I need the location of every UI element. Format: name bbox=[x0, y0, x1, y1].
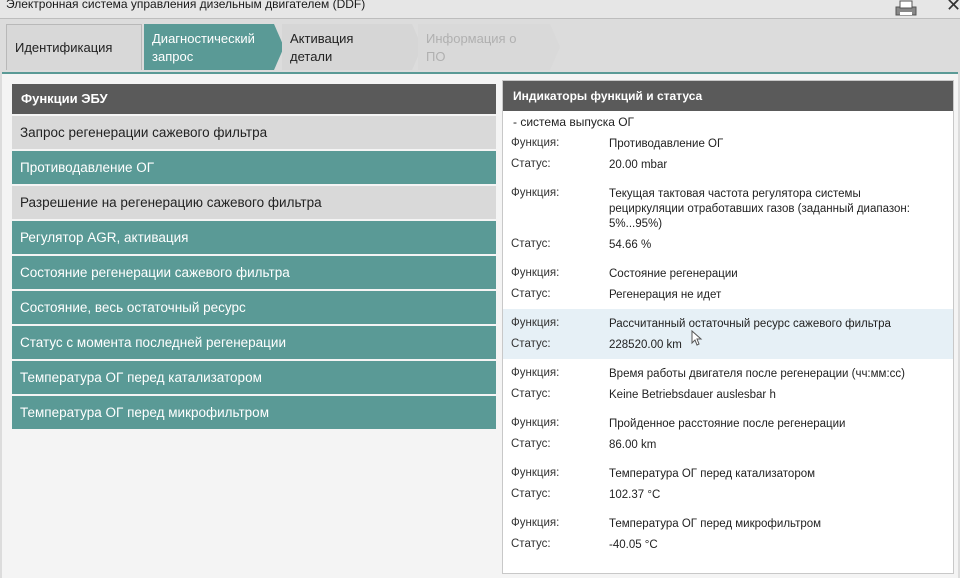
ecu-function-item[interactable]: Статус с момента последней регенерации bbox=[12, 326, 496, 359]
ecu-function-item[interactable]: Температура ОГ перед катализатором bbox=[12, 361, 496, 394]
window-title: Электронная система управления дизельным… bbox=[6, 0, 366, 11]
status-key: Статус: bbox=[511, 438, 551, 450]
status-key: Статус: bbox=[511, 238, 551, 250]
print-button[interactable] bbox=[893, 0, 919, 16]
status-value: 228520.00 km bbox=[609, 339, 682, 351]
ecu-function-item[interactable]: Состояние регенерации сажевого фильтра bbox=[12, 256, 496, 289]
status-key: Статус: bbox=[511, 488, 551, 500]
function-key: Функция: bbox=[511, 187, 560, 199]
status-indicators-header: Индикаторы функций и статуса bbox=[503, 81, 953, 111]
ecu-function-item[interactable]: Состояние, весь остаточный ресурс bbox=[12, 291, 496, 324]
status-value: 86.00 km bbox=[609, 439, 657, 451]
status-entry[interactable]: Функция: Состояние регенерации Статус: Реге… bbox=[503, 259, 953, 309]
function-value: Температура ОГ перед микрофильтром bbox=[609, 518, 822, 530]
ecu-functions-header: Функции ЭБУ bbox=[12, 84, 496, 114]
function-key: Функция: bbox=[511, 467, 560, 479]
ecu-function-item[interactable]: Противодавление ОГ bbox=[12, 151, 496, 184]
tab-software-info: Информация о ПО bbox=[418, 24, 560, 70]
status-key: Статус: bbox=[511, 288, 551, 300]
status-value: Keine Betriebsdauer auslesbar h bbox=[609, 389, 776, 401]
tab-arrow bbox=[550, 24, 560, 70]
ecu-function-item[interactable]: Температура ОГ перед микрофильтром bbox=[12, 396, 496, 429]
tab-label-line1: Информация о bbox=[426, 31, 517, 46]
ecu-function-item[interactable]: Регулятор AGR, активация bbox=[12, 221, 496, 254]
status-key: Статус: bbox=[511, 388, 551, 400]
function-value: Состояние регенерации bbox=[609, 268, 738, 280]
tab-label: Идентификация bbox=[15, 40, 113, 55]
title-bar: Электронная система управления дизельным… bbox=[0, 0, 960, 19]
status-value: 54.66 % bbox=[609, 239, 652, 251]
tab-label-line2: ПО bbox=[426, 49, 446, 64]
tab-label-line2: детали bbox=[290, 49, 333, 64]
function-key: Функция: bbox=[511, 367, 560, 379]
ecu-functions-list: Запрос регенерации сажевого фильтра Проти… bbox=[12, 116, 496, 429]
status-entries: Функция: Противодавление ОГ Статус: 20.00 m… bbox=[503, 129, 953, 559]
status-key: Статус: bbox=[511, 338, 551, 350]
tab-label-line2: запрос bbox=[152, 49, 194, 64]
function-key: Функция: bbox=[511, 417, 560, 429]
status-value: Регенерация не идет bbox=[609, 289, 722, 301]
function-key: Функция: bbox=[511, 137, 560, 149]
status-value: 102.37 °C bbox=[609, 489, 661, 501]
system-label: - система выпуска ОГ bbox=[513, 115, 635, 129]
tab-diagnostic-request[interactable]: Диагностический запрос bbox=[144, 24, 284, 70]
ecu-function-item[interactable]: Разрешение на регенерацию сажевого фильт… bbox=[12, 186, 496, 219]
status-indicators-panel[interactable]: Индикаторы функций и статуса - система в… bbox=[502, 80, 954, 574]
content-area: Функции ЭБУ Запрос регенерации сажевого … bbox=[2, 72, 958, 578]
function-value: Рассчитанный остаточный ресурс сажевого … bbox=[609, 318, 891, 330]
function-value: Противодавление ОГ bbox=[609, 138, 724, 150]
function-value: Текущая тактовая частота регулятора сист… bbox=[609, 188, 910, 230]
function-key: Функция: bbox=[511, 317, 560, 329]
tab-part-activation[interactable]: Активация детали bbox=[282, 24, 422, 70]
close-icon[interactable]: ✕ bbox=[946, 0, 960, 15]
status-entry[interactable]: Функция: Время работы двигателя после рег… bbox=[503, 359, 953, 409]
function-value: Пройденное расстояние после регенерации bbox=[609, 418, 846, 430]
function-value: Время работы двигателя после регенерации… bbox=[609, 368, 905, 380]
close-button[interactable]: ✕ bbox=[946, 0, 960, 16]
status-entry[interactable]: Функция: Рассчитанный остаточный ресурс с… bbox=[503, 309, 953, 359]
function-key: Функция: bbox=[511, 517, 560, 529]
status-value: 20.00 mbar bbox=[609, 159, 668, 171]
status-key: Статус: bbox=[511, 158, 551, 170]
status-entry[interactable]: Функция: Противодавление ОГ Статус: 20.00 m… bbox=[503, 129, 953, 179]
ecu-functions-panel: Функции ЭБУ Запрос регенерации сажевого … bbox=[12, 84, 496, 429]
ecu-function-item[interactable]: Запрос регенерации сажевого фильтра bbox=[12, 116, 496, 149]
status-key: Статус: bbox=[511, 538, 551, 550]
printer-icon[interactable] bbox=[893, 0, 919, 16]
tab-identification[interactable]: Идентификация bbox=[6, 24, 142, 70]
status-value: -40.05 °C bbox=[609, 539, 658, 551]
status-entry[interactable]: Функция: Температура ОГ перед микрофильтр… bbox=[503, 509, 953, 559]
status-entry[interactable]: Функция: Температура ОГ перед катализатор… bbox=[503, 459, 953, 509]
mouse-cursor-icon bbox=[691, 330, 703, 346]
status-entry[interactable]: Функция: Пройденное расстояние после реге… bbox=[503, 409, 953, 459]
status-entry[interactable]: Функция: Текущая тактовая частота регулят… bbox=[503, 179, 953, 259]
tab-label-line1: Диагностический bbox=[152, 31, 255, 46]
function-key: Функция: bbox=[511, 267, 560, 279]
function-value: Температура ОГ перед катализатором bbox=[609, 468, 816, 480]
tab-label-line1: Активация bbox=[290, 31, 354, 46]
